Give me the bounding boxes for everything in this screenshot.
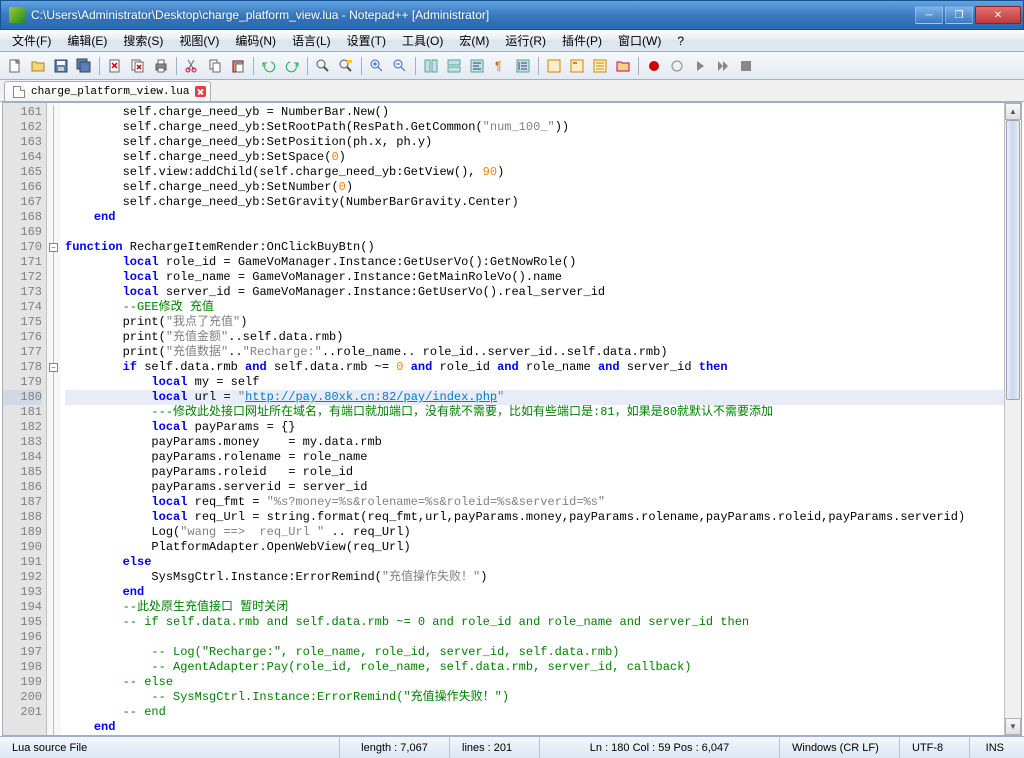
macro-rec-icon[interactable]	[643, 55, 665, 77]
menu-item[interactable]: 窗口(W)	[610, 30, 669, 51]
menu-item[interactable]: 编辑(E)	[59, 30, 115, 51]
replace-icon[interactable]	[335, 55, 357, 77]
file-icon	[13, 86, 25, 98]
vertical-scrollbar[interactable]: ▲ ▼	[1004, 103, 1021, 735]
save-icon[interactable]	[50, 55, 72, 77]
func-list-icon[interactable]	[589, 55, 611, 77]
cut-icon[interactable]	[181, 55, 203, 77]
open-file-icon[interactable]	[27, 55, 49, 77]
scroll-thumb[interactable]	[1006, 120, 1020, 400]
macro-play-multi-icon[interactable]	[712, 55, 734, 77]
menu-item[interactable]: 编码(N)	[227, 30, 284, 51]
redo-icon[interactable]	[281, 55, 303, 77]
wrap-icon[interactable]	[466, 55, 488, 77]
find-icon[interactable]	[312, 55, 334, 77]
tab-label: charge_platform_view.lua	[31, 86, 189, 98]
scroll-up-icon[interactable]: ▲	[1005, 103, 1021, 120]
macro-save-icon[interactable]	[735, 55, 757, 77]
menu-item[interactable]: 文件(F)	[4, 30, 59, 51]
copy-icon[interactable]	[204, 55, 226, 77]
tab-close-icon[interactable]	[195, 86, 206, 97]
menu-item[interactable]: ?	[669, 32, 692, 50]
menu-item[interactable]: 搜索(S)	[115, 30, 171, 51]
file-tab[interactable]: charge_platform_view.lua	[4, 81, 211, 101]
editor: 1611621631641651661671681691701711721731…	[2, 102, 1022, 736]
macro-play-icon[interactable]	[689, 55, 711, 77]
lang-icon[interactable]	[543, 55, 565, 77]
menu-item[interactable]: 语言(L)	[284, 30, 339, 51]
menu-item[interactable]: 宏(M)	[451, 30, 497, 51]
status-filetype: Lua source File	[0, 737, 340, 758]
tabbar: charge_platform_view.lua	[0, 80, 1024, 102]
status-mode: INS	[970, 737, 1024, 758]
macro-stop-icon[interactable]	[666, 55, 688, 77]
indent-icon[interactable]	[512, 55, 534, 77]
menu-item[interactable]: 运行(R)	[497, 30, 554, 51]
status-eol: Windows (CR LF)	[780, 737, 900, 758]
sync-h-icon[interactable]	[443, 55, 465, 77]
paste-icon[interactable]	[227, 55, 249, 77]
save-all-icon[interactable]	[73, 55, 95, 77]
zoom-in-icon[interactable]	[366, 55, 388, 77]
minimize-button[interactable]: ─	[915, 6, 943, 24]
doc-map-icon[interactable]	[566, 55, 588, 77]
menu-item[interactable]: 设置(T)	[339, 30, 394, 51]
close-button[interactable]: ✕	[975, 6, 1021, 24]
invis-icon[interactable]: ¶	[489, 55, 511, 77]
svg-text:¶: ¶	[495, 59, 501, 73]
line-number-gutter: 1611621631641651661671681691701711721731…	[3, 103, 47, 735]
status-cursor: Ln : 180 Col : 59 Pos : 6,047	[540, 737, 780, 758]
print-icon[interactable]	[150, 55, 172, 77]
code-area[interactable]: self.charge_need_yb = NumberBar.New() se…	[61, 103, 1004, 735]
fold-column[interactable]: −−	[47, 103, 61, 735]
folder-icon[interactable]	[612, 55, 634, 77]
close-all-icon[interactable]	[127, 55, 149, 77]
status-encoding: UTF-8	[900, 737, 970, 758]
maximize-button[interactable]: ❐	[945, 6, 973, 24]
status-lines: lines : 201	[450, 737, 540, 758]
new-file-icon[interactable]	[4, 55, 26, 77]
toolbar: ¶	[0, 52, 1024, 80]
zoom-out-icon[interactable]	[389, 55, 411, 77]
app-icon	[9, 7, 25, 23]
menu-item[interactable]: 工具(O)	[394, 30, 451, 51]
window-titlebar: C:\Users\Administrator\Desktop\charge_pl…	[0, 0, 1024, 30]
sync-v-icon[interactable]	[420, 55, 442, 77]
menu-item[interactable]: 视图(V)	[171, 30, 227, 51]
menubar: 文件(F)编辑(E)搜索(S)视图(V)编码(N)语言(L)设置(T)工具(O)…	[0, 30, 1024, 52]
statusbar: Lua source File length : 7,067 lines : 2…	[0, 736, 1024, 758]
undo-icon[interactable]	[258, 55, 280, 77]
scroll-down-icon[interactable]: ▼	[1005, 718, 1021, 735]
menu-item[interactable]: 插件(P)	[554, 30, 610, 51]
window-title: C:\Users\Administrator\Desktop\charge_pl…	[31, 8, 915, 22]
status-length: length : 7,067	[340, 737, 450, 758]
close-file-icon[interactable]	[104, 55, 126, 77]
